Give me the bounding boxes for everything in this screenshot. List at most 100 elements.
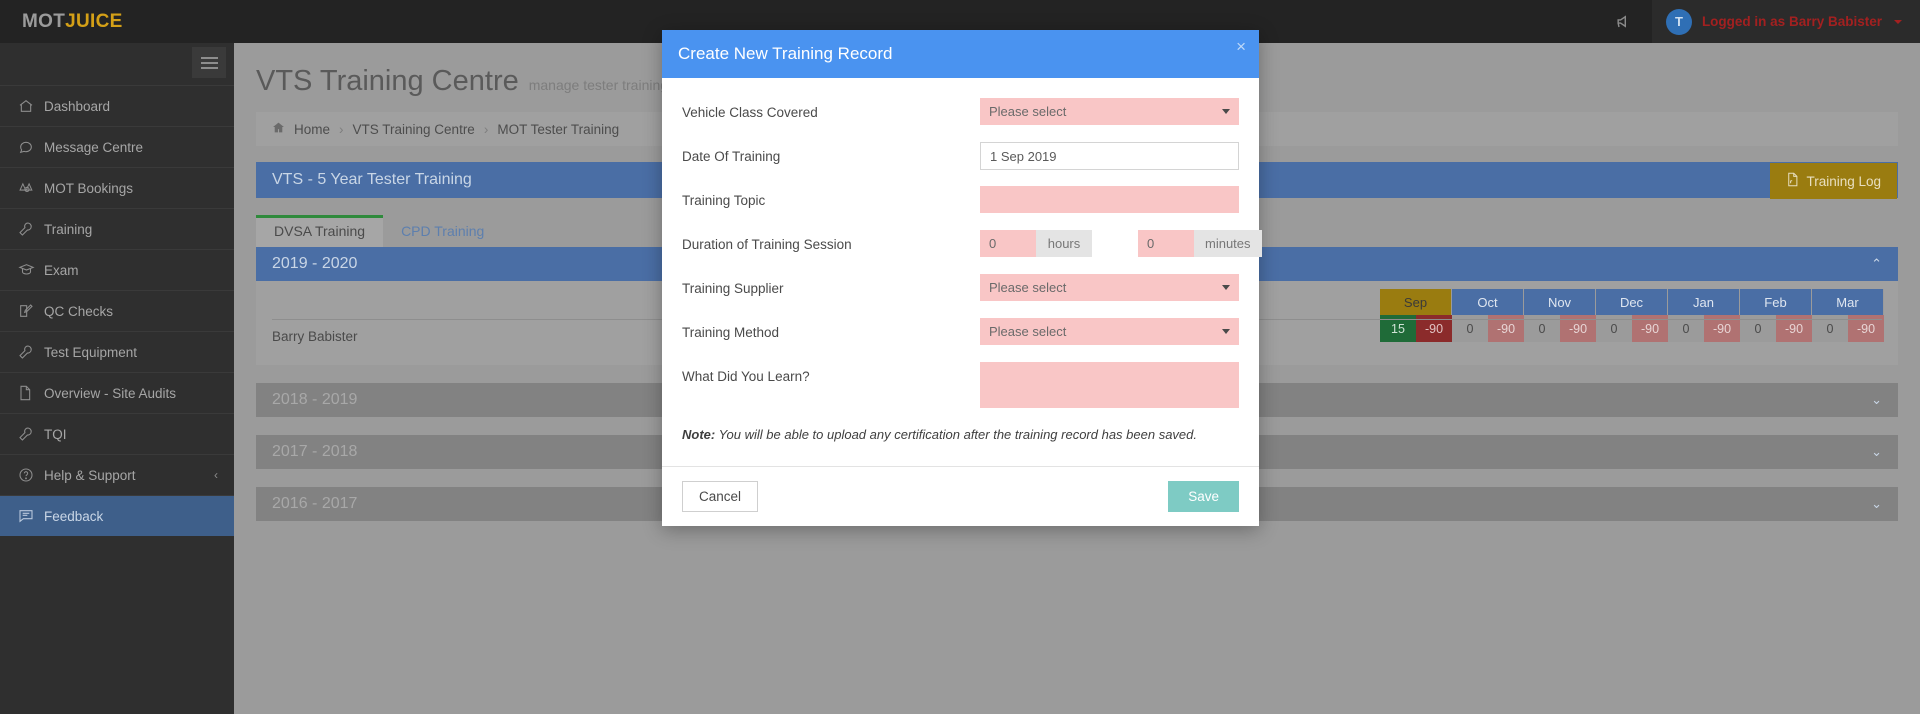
breadcrumb-vts-training-centre[interactable]: VTS Training Centre [353, 122, 475, 137]
wrench-icon [18, 221, 44, 237]
month-header: Feb [1740, 289, 1812, 315]
comment-icon [18, 139, 44, 155]
pdf-file-icon [1786, 172, 1799, 190]
sidebar-item-overview-site-audits[interactable]: Overview - Site Audits [0, 372, 234, 413]
month-column: Feb 0 -90 [1740, 289, 1812, 342]
field-control: Please select [980, 98, 1239, 125]
month-columns: Sep 15 -90 Oct 0 -90 [1380, 289, 1884, 342]
month-column: Oct 0 -90 [1452, 289, 1524, 342]
select-value: Please select [989, 280, 1066, 295]
chevron-down-icon[interactable]: ⌄ [1871, 392, 1882, 408]
field-label: Training Topic [682, 186, 980, 208]
home-icon [18, 98, 44, 114]
training-topic-input[interactable] [980, 186, 1239, 213]
field-label: Training Supplier [682, 274, 980, 296]
month-grid: Sep 15 -90 Oct 0 -90 [1380, 289, 1884, 342]
brand-accent: JUICE [65, 11, 122, 32]
sidebar-item-label: Help & Support [44, 468, 136, 483]
field-date-of-training: Date Of Training [682, 142, 1239, 176]
duration-hours-input[interactable] [980, 230, 1036, 257]
month-column: Nov 0 -90 [1524, 289, 1596, 342]
chevron-up-icon[interactable]: ⌃ [1871, 256, 1882, 272]
month-column: Mar 0 -90 [1812, 289, 1884, 342]
training-supplier-select[interactable]: Please select [980, 274, 1239, 301]
year-label: 2017 - 2018 [272, 443, 357, 461]
page-title: VTS Training Centre [256, 65, 519, 98]
sidebar-item-tqi[interactable]: TQI [0, 413, 234, 454]
sidebar-item-label: TQI [44, 427, 67, 442]
wrench-icon [18, 426, 44, 442]
month-header: Sep [1380, 289, 1452, 315]
megaphone-icon[interactable] [1597, 0, 1652, 43]
sidebar-item-message-centre[interactable]: Message Centre [0, 126, 234, 167]
select-value: Please select [989, 324, 1066, 339]
breadcrumb-separator: › [484, 122, 489, 137]
avatar: T [1666, 9, 1692, 35]
home-icon [272, 121, 285, 137]
tab-dvsa-training[interactable]: DVSA Training [256, 215, 383, 247]
sidebar-item-feedback[interactable]: Feedback [0, 495, 234, 536]
sidebar-item-label: QC Checks [44, 304, 113, 319]
sidebar-item-qc-checks[interactable]: QC Checks [0, 290, 234, 331]
modal-title: Create New Training Record [678, 44, 892, 64]
modal-body: Vehicle Class Covered Please select Date… [662, 78, 1259, 446]
field-label: Duration of Training Session [682, 230, 980, 252]
month-header: Mar [1812, 289, 1884, 315]
save-button[interactable]: Save [1168, 481, 1239, 512]
modal-header: Create New Training Record × [662, 30, 1259, 78]
month-header: Dec [1596, 289, 1668, 315]
hamburger-menu-icon[interactable] [192, 47, 226, 78]
sidebar-item-label: MOT Bookings [44, 181, 133, 196]
sidebar-item-exam[interactable]: Exam [0, 249, 234, 290]
breadcrumb-separator: › [339, 122, 344, 137]
what-did-you-learn-textarea[interactable] [980, 362, 1239, 408]
field-training-supplier: Training Supplier Please select [682, 274, 1239, 308]
month-column: Jan 0 -90 [1668, 289, 1740, 342]
training-method-select[interactable]: Please select [980, 318, 1239, 345]
date-of-training-input[interactable] [980, 142, 1239, 170]
feedback-icon [18, 508, 44, 524]
duration-minutes-input[interactable] [1138, 230, 1194, 257]
top-bar-right: T Logged in as Barry Babister [1597, 0, 1920, 43]
modal-note: Note: You will be able to upload any cer… [682, 427, 1239, 442]
chevron-down-icon[interactable]: ⌄ [1871, 496, 1882, 512]
sidebar-item-label: Training [44, 222, 92, 237]
sidebar-item-dashboard[interactable]: Dashboard [0, 85, 234, 126]
field-label: Date Of Training [682, 142, 980, 164]
sidebar-item-help-support[interactable]: Help & Support ‹ [0, 454, 234, 495]
note-prefix: Note: [682, 427, 715, 442]
breadcrumb-current: MOT Tester Training [497, 122, 619, 137]
field-vehicle-class: Vehicle Class Covered Please select [682, 98, 1239, 132]
brand-primary: MOT [22, 11, 65, 32]
file-icon [18, 385, 44, 401]
duration-hours-unit: hours [1036, 230, 1092, 257]
sidebar-item-label: Exam [44, 263, 79, 278]
sidebar-item-mot-bookings[interactable]: MOT Bookings [0, 167, 234, 208]
year-label: 2019 - 2020 [272, 255, 357, 273]
mot-icon [18, 180, 44, 196]
user-menu[interactable]: T Logged in as Barry Babister [1652, 0, 1920, 43]
chevron-down-icon[interactable]: ⌄ [1871, 444, 1882, 460]
year-label: 2018 - 2019 [272, 391, 357, 409]
sidebar-item-training[interactable]: Training [0, 208, 234, 249]
tab-cpd-training[interactable]: CPD Training [383, 215, 502, 247]
chevron-down-icon [1222, 285, 1230, 290]
month-column: Dec 0 -90 [1596, 289, 1668, 342]
sidebar-item-test-equipment[interactable]: Test Equipment [0, 331, 234, 372]
field-training-method: Training Method Please select [682, 318, 1239, 352]
wrench-icon [18, 344, 44, 360]
year-label: 2016 - 2017 [272, 495, 357, 513]
question-circle-icon [18, 467, 44, 483]
close-icon[interactable]: × [1236, 38, 1246, 55]
chevron-down-icon [1894, 20, 1902, 24]
training-log-button[interactable]: Training Log [1770, 163, 1897, 199]
brand-logo[interactable]: MOTJUICE [22, 11, 123, 33]
vehicle-class-select[interactable]: Please select [980, 98, 1239, 125]
field-training-topic: Training Topic [682, 186, 1239, 220]
page-subtitle: manage tester training [529, 77, 668, 93]
sidebar-item-label: Test Equipment [44, 345, 137, 360]
month-header: Oct [1452, 289, 1524, 315]
breadcrumb-home[interactable]: Home [294, 122, 330, 137]
modal-footer: Cancel Save [662, 466, 1259, 526]
cancel-button[interactable]: Cancel [682, 481, 758, 512]
